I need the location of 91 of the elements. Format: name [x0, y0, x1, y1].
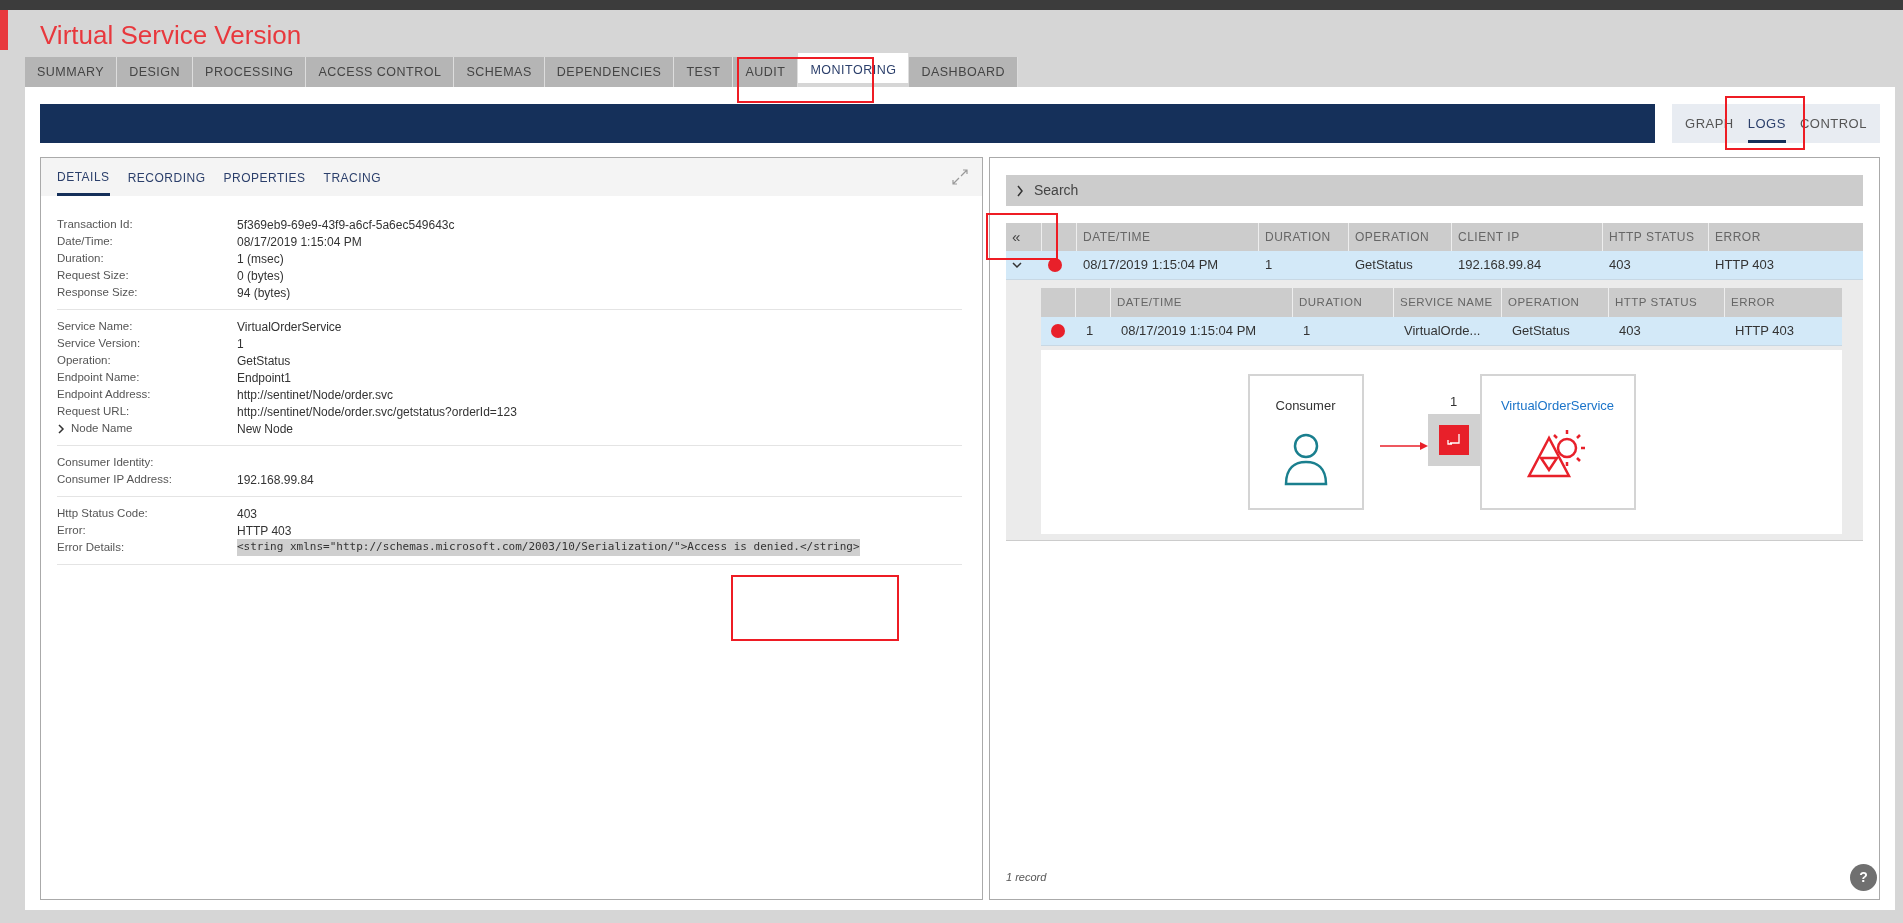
field-value: 1 (msec) [237, 250, 284, 268]
field-value: 5f369eb9-69e9-43f9-a6cf-5a6ec549643c [237, 216, 455, 234]
node-label: Consumer [1275, 397, 1336, 415]
column-header: ERROR [1731, 294, 1776, 310]
person-icon [1282, 431, 1329, 486]
column-header: DATE/TIME [1083, 229, 1151, 246]
column-header: OPERATION [1355, 229, 1430, 246]
page-title: Virtual Service Version [40, 20, 302, 50]
tab[interactable]: AUDIT [733, 57, 799, 87]
details-tab[interactable]: PROPERTIES [223, 158, 306, 196]
search-toggle[interactable]: Search [1006, 175, 1863, 206]
field-value: 94 (bytes) [237, 284, 291, 302]
table-cell-text: 08/17/2019 1:15:04 PM [1083, 256, 1219, 275]
field-label: Transaction Id: [57, 218, 133, 231]
field-label: Request URL: [57, 405, 130, 418]
tab[interactable]: TEST [674, 57, 734, 87]
column-header: DURATION [1265, 229, 1331, 246]
arrow-icon [1379, 441, 1428, 451]
table-cell-text: 403 [1619, 322, 1641, 341]
tab[interactable]: PROCESSING [193, 57, 307, 87]
field-label: Error Details: [57, 541, 125, 554]
view-tab[interactable]: LOGS [1747, 104, 1786, 143]
call-count: 1 [1449, 392, 1458, 411]
tab[interactable]: ACCESS CONTROL [306, 57, 455, 87]
tab[interactable]: SCHEMAS [454, 57, 545, 87]
column-header: DATE/TIME [1117, 294, 1182, 310]
field-value: http://sentinet/Node/order.svc/getstatus?orderId=123 [237, 403, 517, 421]
expand-icon[interactable] [952, 169, 968, 185]
table-cell-text: GetStatus [1512, 322, 1570, 341]
column-header: HTTP STATUS [1615, 294, 1698, 310]
table-cell-text: 192.168.99.84 [1458, 256, 1542, 275]
field-label: Duration: [57, 252, 104, 265]
field-value: 1 [237, 335, 244, 353]
table-cell-text: 1 [1086, 322, 1094, 341]
field-value: VirtualOrderService [237, 318, 342, 336]
field-label: Http Status Code: [57, 507, 148, 520]
log-row[interactable]: 08/17/2019 1:15:04 PM 1 GetStatus 192.168.99.84 403 HTTP 403 [1006, 251, 1863, 280]
field-label: Consumer Identity: [57, 456, 154, 469]
field-value: http://sentinet/Node/order.svc [237, 386, 394, 404]
table-cell-text: 1 [1265, 256, 1273, 275]
table-cell-text: 1 [1303, 322, 1311, 341]
details-tab[interactable]: DETAILS [57, 158, 110, 196]
tab[interactable]: SUMMARY [25, 57, 118, 87]
return-icon [1438, 425, 1469, 456]
field-value: 403 [237, 505, 258, 523]
field-label: Response Size: [57, 286, 138, 299]
annotation-frame [986, 213, 1058, 260]
field-label: Service Version: [57, 337, 141, 350]
details-tab[interactable]: TRACING [323, 158, 382, 196]
chevron-icon[interactable] [1012, 261, 1022, 269]
field-label: Service Name: [57, 320, 133, 333]
error-details-value: <string xmlns="http://schemas.microsoft.com/2003/10/Serialization/">Access is denied.</string> [237, 539, 860, 556]
field-label: Error: [57, 524, 86, 537]
record-count: 1 record [1006, 869, 1047, 885]
collapse-button[interactable]: « [1012, 225, 1021, 249]
column-header: CLIENT IP [1458, 229, 1520, 246]
field-label: Operation: [57, 354, 111, 367]
column-header: SERVICE NAME [1400, 294, 1493, 310]
tab[interactable]: DASHBOARD [909, 57, 1019, 87]
field-value: 08/17/2019 1:15:04 PM [237, 233, 362, 251]
tab[interactable]: DESIGN [117, 57, 194, 87]
field-value: New Node [237, 420, 294, 438]
table-cell-text: 403 [1609, 256, 1631, 275]
field-label: Date/Time: [57, 235, 113, 248]
table-cell-text: HTTP 403 [1715, 256, 1774, 275]
side-marker [0, 10, 8, 50]
field-value: 192.168.99.84 [237, 471, 314, 489]
column-header: HTTP STATUS [1609, 229, 1695, 246]
details-tab[interactable]: RECORDING [127, 158, 206, 196]
field-label: Consumer IP Address: [57, 473, 172, 486]
table-cell-text: VirtualOrde... [1404, 322, 1481, 341]
field-value: Endpoint1 [237, 369, 292, 387]
column-header: ERROR [1715, 229, 1761, 246]
tab[interactable]: DEPENDENCIES [544, 57, 675, 87]
service-link[interactable]: VirtualOrderService [1500, 396, 1615, 416]
column-header: OPERATION [1508, 294, 1580, 310]
field-value: HTTP 403 [237, 522, 292, 540]
table-cell-text: 08/17/2019 1:15:04 PM [1121, 322, 1257, 341]
field-label: Node Name [71, 420, 133, 436]
chevron-right-icon [1016, 184, 1024, 197]
field-value: GetStatus [237, 352, 291, 370]
field-label: Endpoint Address: [57, 388, 151, 401]
help-button[interactable]: ? [1850, 864, 1877, 891]
field-label: Endpoint Name: [57, 371, 140, 384]
table-cell-text: HTTP 403 [1735, 322, 1794, 341]
chevron-right-icon[interactable] [57, 423, 65, 434]
field-value: 0 (bytes) [237, 267, 284, 285]
sub-log-row[interactable]: 1 08/17/2019 1:15:04 PM 1 VirtualOrde... GetStatus 403 HTTP 403 [1041, 317, 1842, 346]
column-header: DURATION [1299, 294, 1363, 310]
field-label: Request Size: [57, 269, 129, 282]
table-cell-text: GetStatus [1355, 256, 1413, 275]
